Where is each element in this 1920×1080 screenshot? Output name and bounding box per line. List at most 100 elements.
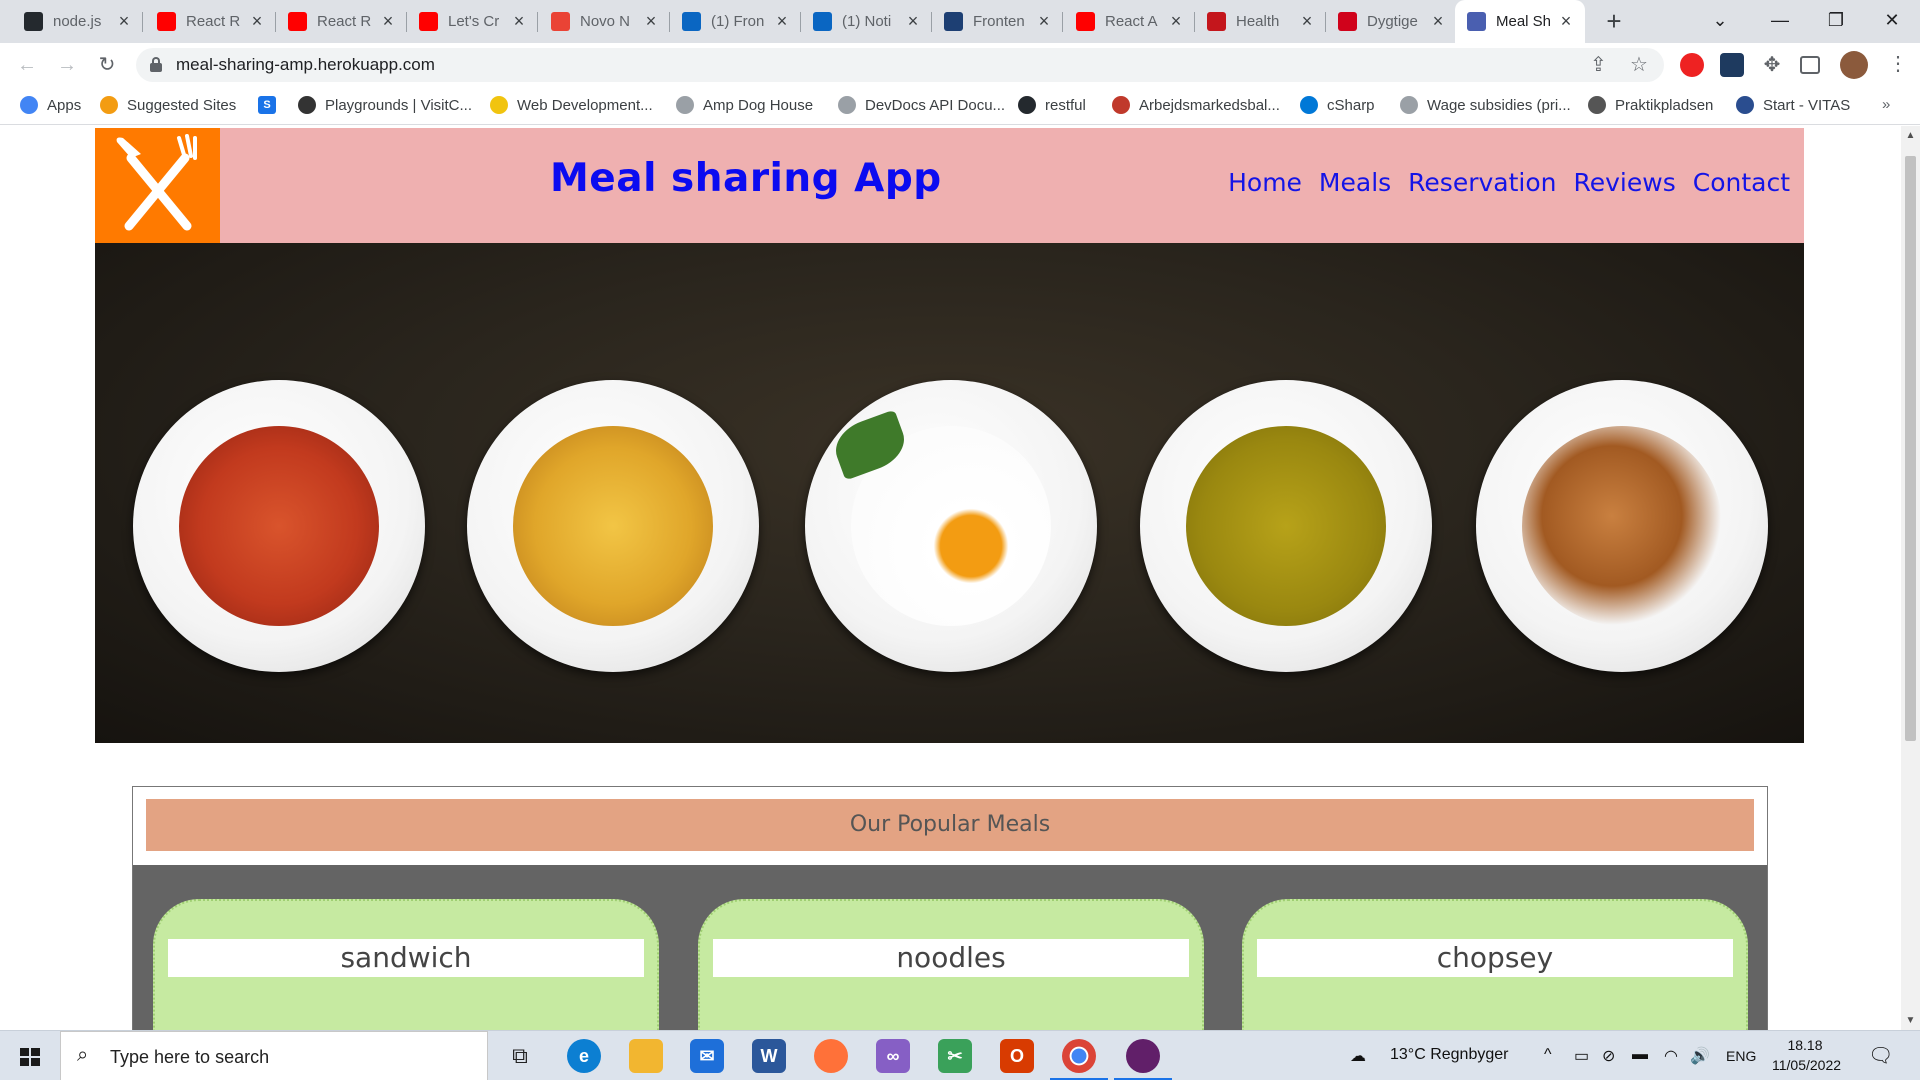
close-tab-icon[interactable]: ×	[902, 11, 924, 32]
close-tab-icon[interactable]: ×	[377, 11, 399, 32]
nav-contact-link[interactable]: Contact	[1693, 168, 1790, 197]
reading-list-icon[interactable]	[1800, 56, 1820, 74]
weather-text[interactable]: 13°C Regnbyger	[1390, 1046, 1508, 1064]
close-tab-icon[interactable]: ×	[771, 11, 793, 32]
linkedin-icon	[813, 12, 832, 31]
bookmark-item[interactable]: Web Development...	[490, 96, 653, 114]
nav-reservation-link[interactable]: Reservation	[1408, 168, 1556, 197]
taskbar-search-placeholder: Type here to search	[110, 1047, 270, 1067]
bookmark-item[interactable]: DevDocs API Docu...	[838, 96, 1005, 114]
network-error-icon[interactable]: ⊘	[1602, 1046, 1615, 1066]
meet-now-icon[interactable]: ▭	[1574, 1046, 1589, 1066]
tab-separator	[537, 12, 538, 32]
bookmark-item[interactable]: Suggested Sites	[100, 96, 236, 114]
task-view-icon[interactable]: ⧉	[503, 1039, 537, 1073]
browser-tab[interactable]: Let's Cr ×	[407, 0, 538, 43]
notifications-icon[interactable]: 🗨	[1868, 1043, 1893, 1068]
bookmark-item[interactable]: restful	[1018, 96, 1086, 114]
forward-arrow-icon[interactable]: →	[52, 51, 82, 81]
more-bookmarks-chevron-icon[interactable]: »	[1882, 96, 1890, 113]
word-icon[interactable]: W	[752, 1039, 786, 1073]
volume-icon[interactable]: 🔊	[1690, 1046, 1710, 1066]
meal-card[interactable]: sandwich	[153, 899, 659, 1030]
scroll-up-arrow-icon[interactable]: ▲	[1901, 130, 1920, 141]
wifi-icon[interactable]: ◠	[1664, 1046, 1678, 1066]
browser-tab[interactable]: Meal Sh ×	[1455, 0, 1585, 43]
start-button[interactable]	[0, 1031, 58, 1080]
url-text[interactable]: meal-sharing-amp.herokuapp.com	[176, 55, 435, 75]
fork-knife-logo-icon[interactable]	[95, 128, 220, 243]
close-tab-icon[interactable]: ×	[113, 11, 135, 32]
playground-icon	[298, 96, 316, 114]
bookmark-item[interactable]: Start - VITAS	[1736, 96, 1850, 114]
close-tab-icon[interactable]: ×	[1033, 11, 1055, 32]
bookmark-star-icon[interactable]: ☆	[1630, 52, 1648, 77]
web-dev-icon	[490, 96, 508, 114]
bookmark-item[interactable]: S	[258, 96, 285, 114]
browser-tab[interactable]: Fronten ×	[932, 0, 1063, 43]
close-tab-icon[interactable]: ×	[1296, 11, 1318, 32]
back-arrow-icon[interactable]: ←	[12, 51, 42, 81]
browser-tab[interactable]: (1) Fron ×	[670, 0, 801, 43]
minimize-button[interactable]: —	[1752, 0, 1808, 43]
taskbar-clock[interactable]: 18.18 11/05/2022	[1772, 1035, 1841, 1075]
chrome-icon[interactable]	[1062, 1039, 1096, 1073]
bookmark-item[interactable]: Playgrounds | VisitC...	[298, 96, 472, 114]
bookmark-item[interactable]: Praktikpladsen	[1588, 96, 1713, 114]
nav-reviews-link[interactable]: Reviews	[1574, 168, 1676, 197]
browser-tab[interactable]: React A ×	[1064, 0, 1195, 43]
close-tab-icon[interactable]: ×	[1427, 11, 1449, 32]
extensions-puzzle-icon[interactable]: ✥	[1760, 53, 1784, 77]
bookmark-item[interactable]: Wage subsidies (pri...	[1400, 96, 1571, 114]
browser-tab[interactable]: node.js ×	[12, 0, 143, 43]
share-icon[interactable]: ⇪	[1590, 52, 1607, 77]
close-tab-icon[interactable]: ×	[246, 11, 268, 32]
close-tab-icon[interactable]: ×	[1555, 11, 1577, 32]
browser-tab[interactable]: Novo N ×	[539, 0, 670, 43]
address-bar[interactable]: meal-sharing-amp.herokuapp.com ⇪ ☆	[136, 48, 1664, 82]
browser-tab[interactable]: React R ×	[145, 0, 276, 43]
maximize-button[interactable]: ❐	[1808, 0, 1864, 43]
reload-icon[interactable]: ↻	[92, 51, 122, 81]
page-scrollbar[interactable]: ▲ ▼	[1901, 126, 1920, 1030]
close-tab-icon[interactable]: ×	[640, 11, 662, 32]
lock-icon[interactable]	[150, 57, 162, 72]
new-tab-button[interactable]: +	[1598, 6, 1630, 38]
scrollbar-thumb[interactable]	[1905, 156, 1916, 741]
meal-card[interactable]: chopsey	[1242, 899, 1748, 1030]
tab-search-chevron-icon[interactable]: ⌄	[1692, 0, 1748, 43]
browser-tab[interactable]: Dygtige ×	[1326, 0, 1457, 43]
bookmark-item[interactable]: Arbejdsmarkedsbal...	[1112, 96, 1280, 114]
firefox-icon[interactable]	[814, 1039, 848, 1073]
profile-avatar[interactable]	[1840, 51, 1868, 79]
bookmark-item[interactable]: Apps	[20, 96, 81, 114]
close-tab-icon[interactable]: ×	[508, 11, 530, 32]
battery-icon[interactable]: ▬	[1632, 1046, 1648, 1064]
browser-tab[interactable]: (1) Noti ×	[801, 0, 932, 43]
visual-studio-icon[interactable]: ∞	[876, 1039, 910, 1073]
bookmark-item[interactable]: Amp Dog House	[676, 96, 813, 114]
browser-tab[interactable]: Health ×	[1195, 0, 1326, 43]
file-explorer-icon[interactable]	[629, 1039, 663, 1073]
meal-card[interactable]: noodles	[698, 899, 1204, 1030]
slack-icon[interactable]	[1126, 1039, 1160, 1073]
mail-icon[interactable]: ✉	[690, 1039, 724, 1073]
browser-tab[interactable]: React R ×	[276, 0, 407, 43]
show-hidden-icons-chevron-icon[interactable]: ^	[1544, 1046, 1552, 1064]
scroll-down-arrow-icon[interactable]: ▼	[1901, 1015, 1920, 1026]
nav-meals-link[interactable]: Meals	[1319, 168, 1391, 197]
tab-separator	[142, 12, 143, 32]
edge-browser-icon[interactable]: e	[567, 1039, 601, 1073]
close-tab-icon[interactable]: ×	[1165, 11, 1187, 32]
react-devtools-extension-icon[interactable]	[1720, 53, 1744, 77]
taskbar-search-box[interactable]: ⌕ Type here to search	[60, 1031, 488, 1080]
nav-home-link[interactable]: Home	[1228, 168, 1302, 197]
adblock-extension-icon[interactable]	[1680, 53, 1704, 77]
browser-menu-icon[interactable]: ⋮	[1888, 51, 1908, 76]
snipping-tool-icon[interactable]: ✂	[938, 1039, 972, 1073]
bookmark-item[interactable]: cSharp	[1300, 96, 1375, 114]
office-icon[interactable]: O	[1000, 1039, 1034, 1073]
language-indicator[interactable]: ENG	[1726, 1048, 1756, 1064]
close-window-button[interactable]: ✕	[1864, 0, 1920, 43]
weather-icon[interactable]: ☁	[1350, 1046, 1366, 1066]
